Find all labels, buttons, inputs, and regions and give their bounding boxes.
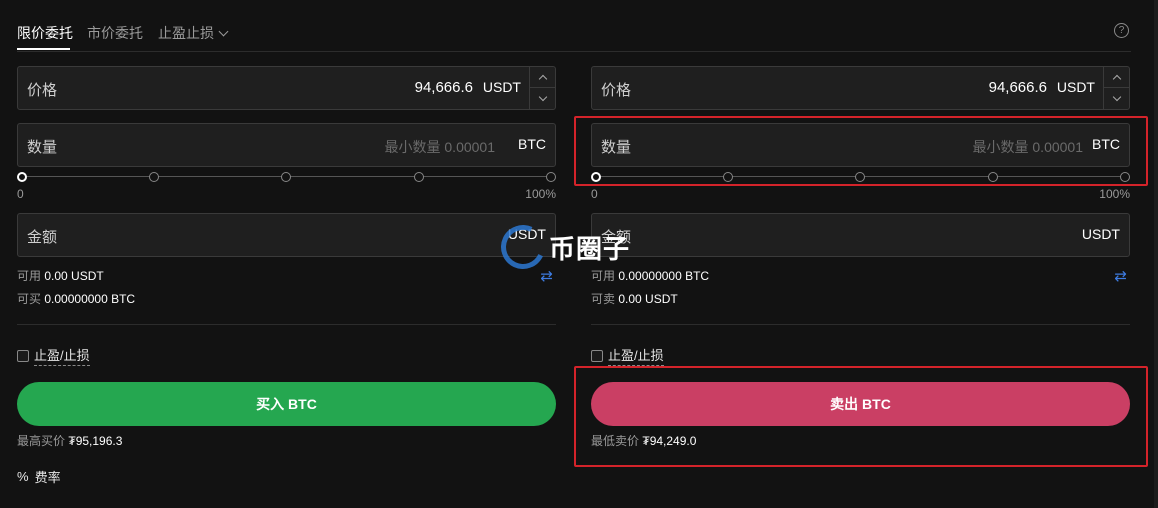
sell-price-field[interactable]: 价格 94,666.6 USDT: [591, 66, 1130, 110]
buy-quantity-slider[interactable]: [17, 171, 556, 183]
buy-price-unit: USDT: [482, 79, 521, 95]
sell-price-decrement-button[interactable]: [1104, 88, 1129, 109]
chevron-down-icon: [1112, 92, 1121, 102]
divider: [591, 324, 1130, 325]
divider: [17, 324, 556, 325]
sell-amount-field[interactable]: 金额 USDT: [591, 213, 1130, 257]
sell-price-label: 价格: [601, 82, 632, 99]
sell-available-value: 0.00000000 BTC: [618, 269, 710, 283]
buy-price-decrement-button[interactable]: [530, 88, 555, 109]
buy-quantity-placeholder[interactable]: 最小数量 0.00001: [385, 137, 496, 157]
slider-handle[interactable]: [17, 172, 27, 182]
buy-quantity-unit: BTC: [518, 136, 546, 152]
chevron-up-icon: [538, 74, 547, 83]
buy-btc-button[interactable]: 买入 BTC: [17, 382, 556, 426]
buy-tpsl-toggle[interactable]: 止盈/止损: [17, 345, 90, 366]
buy-column: 价格 94,666.6 USDT 数量 最小数量 0.00001 BTC 0 1…: [17, 0, 556, 508]
buy-quantity-label: 数量: [27, 139, 58, 156]
buy-amount-label: 金额: [27, 229, 58, 246]
chevron-up-icon: [1112, 74, 1121, 83]
buy-best-price-label: 最高买价: [17, 434, 66, 448]
trade-panel: 限价委托 市价委托 止盈止损 ? 价格 94,666.6 USDT 数量 最小数…: [0, 0, 1158, 508]
buy-max-buy: 可买 0.00000000 BTC: [17, 290, 135, 307]
buy-tpsl-checkbox[interactable]: [17, 349, 29, 362]
sell-tpsl-checkbox[interactable]: [591, 349, 603, 362]
buy-amount-field[interactable]: 金额 USDT: [17, 213, 556, 257]
watermark-text: 币圈子: [549, 234, 631, 265]
buy-available: 可用 0.00 USDT: [17, 267, 104, 284]
sell-price-value[interactable]: 94,666.6: [989, 79, 1047, 96]
scrollbar[interactable]: [1154, 0, 1158, 508]
swap-icon[interactable]: ⇄: [540, 267, 553, 285]
buy-price-stepper: [529, 67, 555, 109]
fee-rate-label: 费率: [34, 470, 61, 485]
sell-amount-unit: USDT: [1081, 226, 1120, 242]
highlight-box-quantity: [574, 116, 1148, 186]
buy-price-label: 价格: [27, 82, 58, 99]
sell-max-sell-value: 0.00 USDT: [618, 292, 678, 306]
sell-price-increment-button[interactable]: [1104, 67, 1129, 88]
watermark: 币圈子: [494, 218, 631, 276]
buy-price-value[interactable]: 94,666.6: [415, 79, 473, 96]
sell-price-stepper: [1103, 67, 1129, 109]
swap-icon[interactable]: ⇄: [1114, 267, 1127, 285]
buy-price-field[interactable]: 价格 94,666.6 USDT: [17, 66, 556, 110]
sell-available-label: 可用: [591, 269, 616, 283]
sell-price-unit: USDT: [1056, 79, 1095, 95]
buy-available-value: 0.00 USDT: [44, 269, 104, 283]
buy-max-buy-label: 可买: [17, 292, 42, 306]
sell-available: 可用 0.00000000 BTC: [591, 267, 709, 284]
slider-max-label: 100%: [525, 187, 556, 201]
buy-best-price: 最高买价 ₮95,196.3: [17, 432, 122, 449]
fee-rate[interactable]: % 费率: [17, 467, 61, 486]
buy-price-increment-button[interactable]: [530, 67, 555, 88]
sell-max-sell: 可卖 0.00 USDT: [591, 290, 678, 307]
buy-quantity-field[interactable]: 数量 最小数量 0.00001 BTC: [17, 123, 556, 167]
percent-icon: %: [17, 469, 29, 484]
buy-max-buy-value: 0.00000000 BTC: [44, 292, 136, 306]
buy-best-price-value: ₮95,196.3: [68, 434, 123, 448]
slider-mark-75[interactable]: [414, 172, 424, 182]
sell-max-sell-label: 可卖: [591, 292, 616, 306]
slider-max-label: 100%: [1099, 187, 1130, 201]
slider-min-label: 0: [17, 187, 24, 201]
slider-mark-25[interactable]: [149, 172, 159, 182]
highlight-box-sell-button: [574, 366, 1148, 467]
watermark-logo-icon: [494, 218, 552, 276]
sell-tpsl-toggle[interactable]: 止盈/止损: [591, 345, 664, 366]
buy-tpsl-label: 止盈/止损: [34, 345, 90, 366]
chevron-down-icon: [538, 92, 547, 102]
sell-tpsl-label: 止盈/止损: [608, 345, 664, 366]
slider-mark-50[interactable]: [281, 172, 291, 182]
slider-min-label: 0: [591, 187, 598, 201]
slider-mark-100[interactable]: [546, 172, 556, 182]
buy-available-label: 可用: [17, 269, 42, 283]
